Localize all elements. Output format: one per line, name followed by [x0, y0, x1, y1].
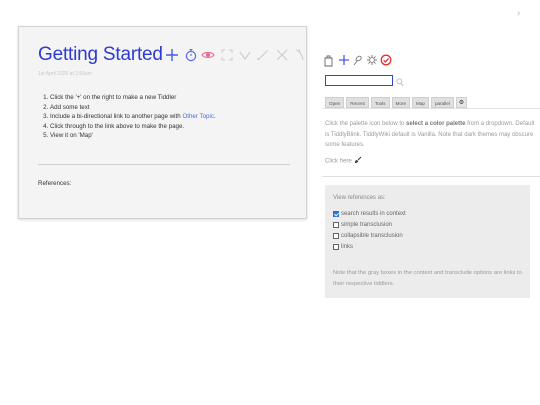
checkbox[interactable] [333, 232, 339, 239]
references-heading: View references as: [333, 195, 386, 201]
checkbox[interactable] [333, 243, 339, 250]
list-item: Click through to the link above to make … [50, 122, 303, 132]
plus-icon[interactable] [337, 52, 350, 68]
tab-map[interactable]: Map [412, 97, 429, 108]
checkbox[interactable] [333, 221, 339, 228]
tab-more[interactable]: More [391, 97, 411, 108]
eye-icon[interactable] [200, 44, 216, 66]
collapse-control[interactable]: › [517, 8, 520, 19]
palette-icon[interactable] [351, 52, 364, 68]
paintbrush-icon[interactable] [354, 156, 362, 166]
other-topic-link[interactable]: Other Topic [182, 113, 214, 120]
tab-settings[interactable]: ⚙ [455, 97, 468, 108]
option-simple-transclusion[interactable]: simple transclusion [333, 220, 392, 229]
search-input[interactable] [325, 75, 393, 86]
new-tiddler-icon[interactable] [322, 52, 335, 68]
references-note: Note that the gray boxes in the context … [333, 270, 522, 287]
unlink-icon[interactable] [292, 44, 308, 66]
checkbox-checked[interactable] [333, 210, 339, 217]
tab-tools[interactable]: Tools [370, 97, 390, 108]
plus-icon[interactable] [164, 44, 180, 66]
palette-note: Click the palette icon below to select a… [325, 121, 535, 148]
timer-icon[interactable] [183, 44, 199, 66]
checkmark-circle-icon[interactable] [379, 52, 392, 68]
expand-icon[interactable] [219, 44, 235, 66]
steps-list: Click the '+' on the right to make a new… [38, 93, 303, 141]
option-search-results[interactable]: search results in context [333, 209, 406, 218]
close-icon[interactable] [274, 44, 290, 66]
option-links[interactable]: links [333, 242, 353, 251]
list-item: View it on 'Map' [50, 131, 303, 141]
pencil-icon[interactable] [255, 44, 271, 66]
list-item: Add some text [50, 103, 303, 113]
gear-icon[interactable] [365, 52, 378, 68]
gear-icon: ⚙ [458, 100, 465, 106]
tiddler-title: Getting Started [38, 44, 163, 65]
tiddler-body: Click the '+' on the right to make a new… [38, 93, 303, 141]
tiddler-date: 1st April 2020 at 2:56pm [38, 71, 92, 77]
sidebar-tabs: Open Recent Tools More Map parallel ⚙ [325, 97, 469, 108]
tab-recent[interactable]: Recent [346, 97, 369, 108]
divider [38, 164, 290, 165]
chevron-down-icon[interactable] [237, 44, 253, 66]
references-label: References: [38, 180, 72, 187]
search-icon[interactable] [396, 74, 404, 92]
tab-open[interactable]: Open [325, 97, 345, 108]
references-options-panel: View references as: search results in co… [325, 185, 530, 298]
list-item: Click the '+' on the right to make a new… [50, 93, 303, 103]
tab-parallel[interactable]: parallel [430, 97, 454, 108]
tiddler-getting-started: Getting Started 1st April 2020 at 2:56pm [18, 26, 307, 219]
click-here-link[interactable]: Click here [325, 156, 362, 166]
divider [322, 176, 540, 177]
list-item: Include a bi-directional link to another… [50, 112, 303, 122]
option-collapsible-transclusion[interactable]: collapsible transclusion [333, 231, 403, 240]
divider [322, 108, 540, 109]
